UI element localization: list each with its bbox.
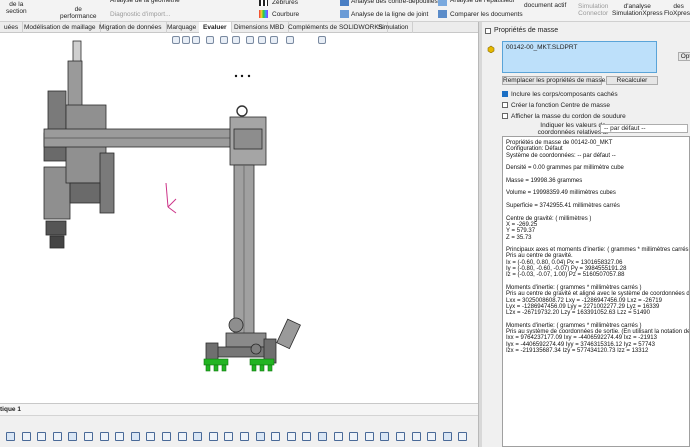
status-tab-label[interactable]: tique 1 — [0, 406, 21, 413]
ribbon-geometry-analysis[interactable]: Analyse de la géométrie — [110, 0, 180, 4]
result-line: Densité = 0.00 grammes par millimètre cu… — [506, 165, 624, 172]
collinear-icon[interactable] — [99, 432, 109, 441]
ribbon-section-label[interactable]: de la section — [6, 1, 27, 15]
dimension-icon[interactable] — [6, 432, 15, 441]
tangent-icon[interactable] — [130, 432, 140, 441]
tab-6[interactable]: Compléments de SOLIDWORKS — [284, 22, 389, 33]
mass-properties-dialog: Propriétés de masse 00142-00_MKT.SLDPRT … — [482, 22, 690, 447]
ribbon-parting-line[interactable]: Analyse de la ligne de joint — [351, 11, 428, 18]
line-icon[interactable] — [302, 432, 312, 441]
zebra-icon — [259, 0, 268, 6]
pierce-icon[interactable] — [240, 432, 249, 441]
merge-icon[interactable] — [224, 432, 234, 441]
override-mass-button[interactable]: Remplacer les propriétés de masse... — [502, 76, 611, 85]
coradial-icon[interactable] — [271, 432, 281, 441]
results-text-area[interactable]: Propriétés de masse de 00142-00_MKT Conf… — [502, 136, 690, 447]
selected-item[interactable]: 00142-00_MKT.SLDPRT — [506, 44, 577, 51]
status-bar: tique 1 — [0, 403, 478, 415]
options-button[interactable]: Opt — [678, 52, 690, 61]
ribbon-curvature[interactable]: Courbure — [272, 11, 299, 18]
tab-3[interactable]: Marquage — [163, 22, 202, 33]
equal-icon[interactable] — [162, 432, 171, 441]
symmetric-icon[interactable] — [177, 432, 187, 441]
result-line: Lzx = -26719732.20 Lzy = 163391052.63 Lz… — [506, 310, 650, 317]
ribbon-simulationxpress[interactable]: d'analyse SimulationXpress — [612, 3, 663, 17]
component-icon — [487, 45, 495, 53]
coincident-icon[interactable] — [115, 432, 125, 441]
compare-icon — [438, 10, 447, 18]
midpoint-icon[interactable] — [208, 432, 218, 441]
horizontal-icon[interactable] — [68, 432, 78, 441]
corner-icon[interactable] — [286, 432, 296, 441]
tab-5[interactable]: Dimensions MBD — [230, 22, 290, 33]
thickness-icon — [438, 0, 447, 6]
ribbon-undercut[interactable]: Analyse des contre-dépouilles — [351, 0, 438, 5]
result-line: Volume = 19998359.49 millimètres cubes — [506, 190, 616, 197]
bottom-toolbar — [0, 415, 478, 447]
graphics-viewport[interactable] — [0, 33, 478, 403]
include-hidden-checkbox[interactable]: Inclure les corps/composants cachés — [502, 91, 618, 98]
intersection-icon[interactable] — [255, 432, 265, 441]
command-ribbon: de la section de performance Analyse de la… — [0, 0, 690, 22]
dialog-window-icon — [485, 28, 491, 34]
machine-model — [43, 40, 301, 372]
parting-line-icon — [340, 10, 349, 18]
dialog-title: Propriétés de masse — [494, 27, 559, 34]
circle-icon[interactable] — [333, 432, 343, 441]
create-center-of-mass-checkbox[interactable]: Créer la fonction Centre de masse — [502, 102, 610, 109]
ribbon-active-document[interactable]: document actif — [524, 2, 566, 9]
undercut-icon — [340, 0, 349, 6]
parallel-icon[interactable] — [37, 432, 47, 441]
concentric-icon[interactable] — [146, 432, 156, 441]
result-line: Masse = 19998.36 grammes — [506, 177, 583, 184]
curvature-icon — [259, 10, 268, 18]
checkbox-box[interactable] — [502, 91, 508, 97]
tab-1[interactable]: Modélisation de maillage — [20, 22, 101, 33]
ribbon-floxpress[interactable]: desFloXpress — [664, 3, 690, 17]
ribbon-simulation-connector[interactable]: Simulation Connector — [578, 3, 608, 17]
ribbon-thickness[interactable]: Analyse de l'épaisseur — [450, 0, 515, 4]
perpendicular-icon[interactable] — [52, 432, 62, 441]
result-line: Superficie = 3742955.41 millimètres carr… — [506, 203, 620, 209]
display-icon[interactable] — [396, 432, 405, 441]
checkbox-box[interactable] — [502, 102, 508, 108]
coordinate-system-dropdown[interactable]: -- par défaut -- — [600, 124, 688, 133]
checkbox-box[interactable] — [502, 113, 508, 119]
ribbon-performance-label[interactable]: de performance — [60, 6, 97, 20]
tab-7[interactable]: Simulation — [374, 22, 414, 33]
text-icon[interactable] — [380, 432, 390, 441]
arc-icon[interactable] — [318, 432, 327, 441]
vertical-icon[interactable] — [84, 432, 93, 441]
recalculate-button[interactable]: Recalculer — [606, 76, 658, 85]
result-line: Système de coordonnées: -- par défaut -- — [506, 152, 616, 159]
smart-dimension-icon[interactable] — [21, 432, 31, 441]
selection-list[interactable]: 00142-00_MKT.SLDPRT — [502, 41, 657, 73]
spline-icon[interactable] — [349, 432, 359, 441]
tab-2[interactable]: Migration de données — [95, 22, 167, 33]
triad-icon — [165, 182, 177, 214]
command-tabs: uées Modélisation de maillage Migration de… — [0, 22, 478, 33]
ribbon-zebra[interactable]: Zébrures — [272, 0, 298, 6]
weld-bead-checkbox[interactable]: Afficher la masse du cordon de soudure — [502, 113, 626, 120]
result-line: Iz = (-0.03, -0.07, 1.00) Pz = 516050705… — [506, 272, 625, 279]
result-line: Izx = -219135687.34 Izy = 577434120.73 I… — [506, 347, 649, 354]
result-line: Z = 35.73 — [506, 234, 532, 241]
snap-icon[interactable] — [442, 432, 452, 441]
settings-icon[interactable] — [458, 432, 468, 441]
relations-icon[interactable] — [411, 432, 421, 441]
point-icon[interactable] — [364, 432, 374, 441]
tab-4[interactable]: Evaluer — [199, 22, 232, 33]
ribbon-compare[interactable]: Comparer les documents — [450, 11, 523, 18]
fix-icon[interactable] — [193, 432, 203, 441]
ribbon-import-diagnostic[interactable]: Diagnostic d'import... — [110, 11, 171, 18]
grid-icon[interactable] — [427, 432, 437, 441]
